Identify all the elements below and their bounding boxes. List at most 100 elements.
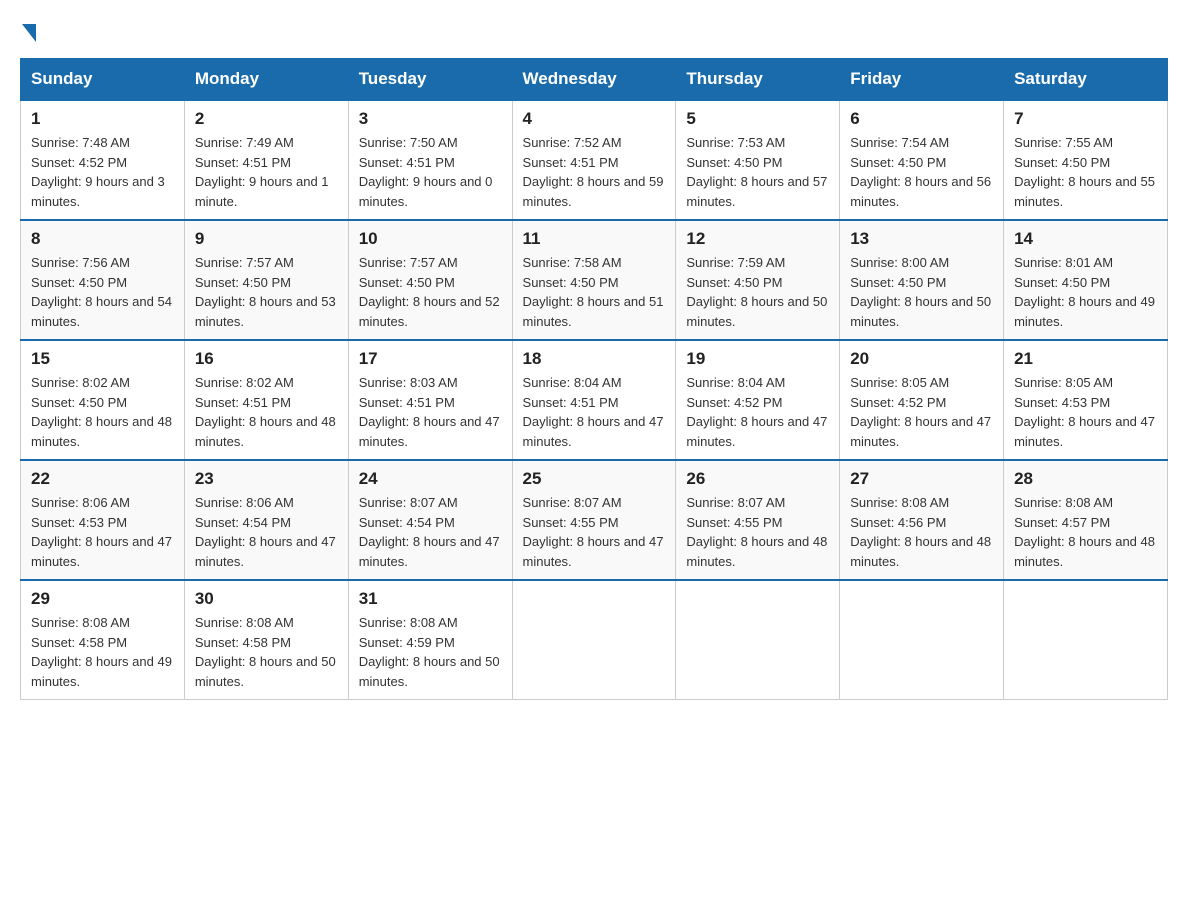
page-header — [20, 20, 1168, 38]
day-info: Sunrise: 8:05 AMSunset: 4:52 PMDaylight:… — [850, 373, 993, 451]
day-info: Sunrise: 7:48 AMSunset: 4:52 PMDaylight:… — [31, 133, 174, 211]
day-number: 14 — [1014, 229, 1157, 249]
calendar-header-row: SundayMondayTuesdayWednesdayThursdayFrid… — [21, 59, 1168, 101]
day-info: Sunrise: 8:06 AMSunset: 4:53 PMDaylight:… — [31, 493, 174, 571]
calendar-cell: 11 Sunrise: 7:58 AMSunset: 4:50 PMDayligh… — [512, 220, 676, 340]
day-number: 10 — [359, 229, 502, 249]
calendar-cell: 23 Sunrise: 8:06 AMSunset: 4:54 PMDayligh… — [184, 460, 348, 580]
calendar-cell — [840, 580, 1004, 700]
calendar-cell: 14Sunrise: 8:01 AMSunset: 4:50 PMDayligh… — [1004, 220, 1168, 340]
day-number: 25 — [523, 469, 666, 489]
day-info: Sunrise: 8:07 AMSunset: 4:54 PMDaylight:… — [359, 493, 502, 571]
calendar-table: SundayMondayTuesdayWednesdayThursdayFrid… — [20, 58, 1168, 700]
calendar-cell — [676, 580, 840, 700]
weekday-header-sunday: Sunday — [21, 59, 185, 101]
day-number: 27 — [850, 469, 993, 489]
calendar-cell: 21Sunrise: 8:05 AMSunset: 4:53 PMDayligh… — [1004, 340, 1168, 460]
day-number: 16 — [195, 349, 338, 369]
calendar-cell: 3Sunrise: 7:50 AMSunset: 4:51 PMDaylight… — [348, 100, 512, 220]
day-number: 23 — [195, 469, 338, 489]
day-number: 18 — [523, 349, 666, 369]
day-info: Sunrise: 8:04 AMSunset: 4:52 PMDaylight:… — [686, 373, 829, 451]
day-info: Sunrise: 7:59 AMSunset: 4:50 PMDaylight:… — [686, 253, 829, 331]
day-info: Sunrise: 8:04 AMSunset: 4:51 PMDaylight:… — [523, 373, 666, 451]
day-info: Sunrise: 7:57 AMSunset: 4:50 PMDaylight:… — [195, 253, 338, 331]
calendar-cell: 17 Sunrise: 8:03 AMSunset: 4:51 PMDayligh… — [348, 340, 512, 460]
weekday-header-wednesday: Wednesday — [512, 59, 676, 101]
calendar-cell: 24 Sunrise: 8:07 AMSunset: 4:54 PMDayligh… — [348, 460, 512, 580]
day-info: Sunrise: 7:58 AMSunset: 4:50 PMDaylight:… — [523, 253, 666, 331]
calendar-cell: 26Sunrise: 8:07 AMSunset: 4:55 PMDayligh… — [676, 460, 840, 580]
calendar-cell: 19 Sunrise: 8:04 AMSunset: 4:52 PMDayligh… — [676, 340, 840, 460]
calendar-cell: 28 Sunrise: 8:08 AMSunset: 4:57 PMDayligh… — [1004, 460, 1168, 580]
calendar-week-row: 15 Sunrise: 8:02 AMSunset: 4:50 PMDayligh… — [21, 340, 1168, 460]
calendar-cell: 15 Sunrise: 8:02 AMSunset: 4:50 PMDayligh… — [21, 340, 185, 460]
calendar-cell: 30Sunrise: 8:08 AMSunset: 4:58 PMDayligh… — [184, 580, 348, 700]
day-number: 8 — [31, 229, 174, 249]
day-info: Sunrise: 8:08 AMSunset: 4:58 PMDaylight:… — [31, 613, 174, 691]
calendar-cell: 18 Sunrise: 8:04 AMSunset: 4:51 PMDayligh… — [512, 340, 676, 460]
calendar-cell: 6 Sunrise: 7:54 AMSunset: 4:50 PMDaylight… — [840, 100, 1004, 220]
calendar-cell — [1004, 580, 1168, 700]
weekday-header-saturday: Saturday — [1004, 59, 1168, 101]
day-number: 19 — [686, 349, 829, 369]
calendar-cell: 13 Sunrise: 8:00 AMSunset: 4:50 PMDayligh… — [840, 220, 1004, 340]
day-number: 12 — [686, 229, 829, 249]
day-number: 15 — [31, 349, 174, 369]
day-info: Sunrise: 7:52 AMSunset: 4:51 PMDaylight:… — [523, 133, 666, 211]
day-info: Sunrise: 8:08 AMSunset: 4:56 PMDaylight:… — [850, 493, 993, 571]
calendar-cell: 9 Sunrise: 7:57 AMSunset: 4:50 PMDaylight… — [184, 220, 348, 340]
day-info: Sunrise: 8:07 AMSunset: 4:55 PMDaylight:… — [686, 493, 829, 571]
day-info: Sunrise: 8:02 AMSunset: 4:50 PMDaylight:… — [31, 373, 174, 451]
calendar-week-row: 22Sunrise: 8:06 AMSunset: 4:53 PMDayligh… — [21, 460, 1168, 580]
day-info: Sunrise: 8:02 AMSunset: 4:51 PMDaylight:… — [195, 373, 338, 451]
calendar-cell: 4 Sunrise: 7:52 AMSunset: 4:51 PMDaylight… — [512, 100, 676, 220]
day-number: 28 — [1014, 469, 1157, 489]
day-info: Sunrise: 8:06 AMSunset: 4:54 PMDaylight:… — [195, 493, 338, 571]
day-number: 3 — [359, 109, 502, 129]
day-info: Sunrise: 8:03 AMSunset: 4:51 PMDaylight:… — [359, 373, 502, 451]
day-number: 20 — [850, 349, 993, 369]
day-info: Sunrise: 8:08 AMSunset: 4:59 PMDaylight:… — [359, 613, 502, 691]
calendar-cell — [512, 580, 676, 700]
day-number: 4 — [523, 109, 666, 129]
day-info: Sunrise: 8:05 AMSunset: 4:53 PMDaylight:… — [1014, 373, 1157, 451]
logo-arrow-icon — [22, 24, 36, 42]
calendar-cell: 1 Sunrise: 7:48 AMSunset: 4:52 PMDaylight… — [21, 100, 185, 220]
day-number: 24 — [359, 469, 502, 489]
day-number: 29 — [31, 589, 174, 609]
day-info: Sunrise: 7:56 AMSunset: 4:50 PMDaylight:… — [31, 253, 174, 331]
calendar-cell: 12 Sunrise: 7:59 AMSunset: 4:50 PMDayligh… — [676, 220, 840, 340]
calendar-week-row: 29 Sunrise: 8:08 AMSunset: 4:58 PMDayligh… — [21, 580, 1168, 700]
calendar-cell: 20 Sunrise: 8:05 AMSunset: 4:52 PMDayligh… — [840, 340, 1004, 460]
calendar-cell: 27 Sunrise: 8:08 AMSunset: 4:56 PMDayligh… — [840, 460, 1004, 580]
calendar-cell: 5Sunrise: 7:53 AMSunset: 4:50 PMDaylight… — [676, 100, 840, 220]
day-info: Sunrise: 8:08 AMSunset: 4:57 PMDaylight:… — [1014, 493, 1157, 571]
day-info: Sunrise: 7:57 AMSunset: 4:50 PMDaylight:… — [359, 253, 502, 331]
calendar-cell: 22Sunrise: 8:06 AMSunset: 4:53 PMDayligh… — [21, 460, 185, 580]
day-number: 2 — [195, 109, 338, 129]
day-info: Sunrise: 8:00 AMSunset: 4:50 PMDaylight:… — [850, 253, 993, 331]
weekday-header-thursday: Thursday — [676, 59, 840, 101]
calendar-week-row: 8 Sunrise: 7:56 AMSunset: 4:50 PMDaylight… — [21, 220, 1168, 340]
day-number: 7 — [1014, 109, 1157, 129]
day-number: 11 — [523, 229, 666, 249]
weekday-header-monday: Monday — [184, 59, 348, 101]
day-number: 13 — [850, 229, 993, 249]
calendar-cell: 7Sunrise: 7:55 AMSunset: 4:50 PMDaylight… — [1004, 100, 1168, 220]
day-number: 1 — [31, 109, 174, 129]
day-number: 9 — [195, 229, 338, 249]
calendar-week-row: 1 Sunrise: 7:48 AMSunset: 4:52 PMDaylight… — [21, 100, 1168, 220]
calendar-cell: 16 Sunrise: 8:02 AMSunset: 4:51 PMDayligh… — [184, 340, 348, 460]
day-info: Sunrise: 7:54 AMSunset: 4:50 PMDaylight:… — [850, 133, 993, 211]
calendar-cell: 25Sunrise: 8:07 AMSunset: 4:55 PMDayligh… — [512, 460, 676, 580]
weekday-header-tuesday: Tuesday — [348, 59, 512, 101]
logo — [20, 20, 36, 38]
calendar-cell: 2 Sunrise: 7:49 AMSunset: 4:51 PMDaylight… — [184, 100, 348, 220]
calendar-cell: 31Sunrise: 8:08 AMSunset: 4:59 PMDayligh… — [348, 580, 512, 700]
day-info: Sunrise: 7:49 AMSunset: 4:51 PMDaylight:… — [195, 133, 338, 211]
day-number: 6 — [850, 109, 993, 129]
calendar-cell: 10 Sunrise: 7:57 AMSunset: 4:50 PMDayligh… — [348, 220, 512, 340]
day-number: 30 — [195, 589, 338, 609]
day-number: 17 — [359, 349, 502, 369]
